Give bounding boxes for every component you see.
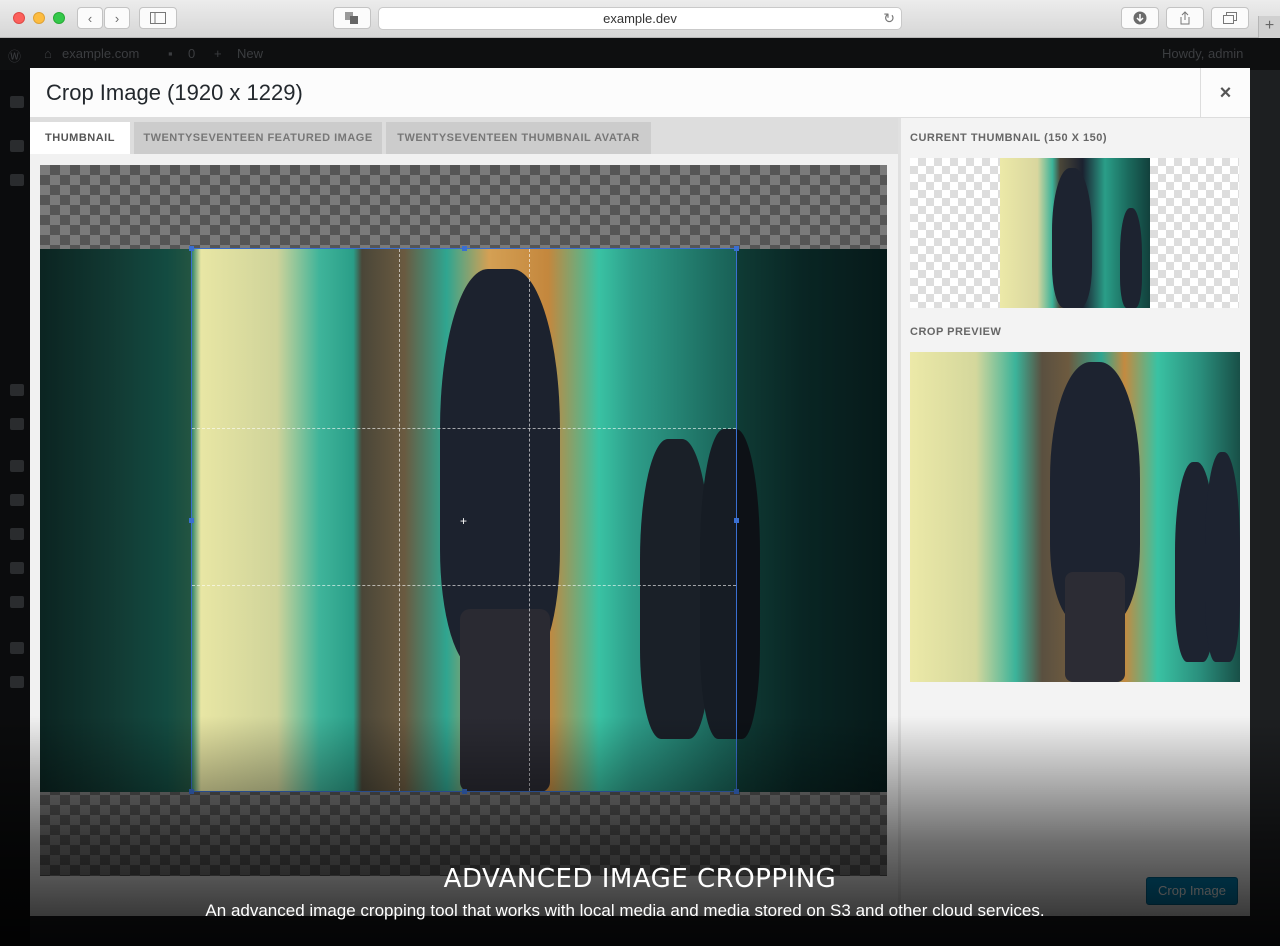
comment-icon: ▪ — [168, 46, 173, 61]
sidebar-toggle-button[interactable] — [139, 7, 177, 29]
share-icon — [1180, 11, 1190, 25]
reload-icon[interactable]: ↻ — [883, 8, 895, 29]
admin-sidebar — [0, 70, 30, 946]
model-legs — [1065, 572, 1125, 682]
extension-icon — [345, 12, 358, 24]
model-figure — [1052, 168, 1092, 308]
sidebar-icon — [150, 12, 166, 24]
admin-bar-new[interactable]: New — [237, 46, 263, 61]
size-tabs: THUMBNAIL TWENTYSEVENTEEN FEATURED IMAGE… — [30, 118, 898, 154]
chevron-left-icon: ‹ — [87, 10, 93, 26]
crop-handle-nw[interactable] — [189, 246, 194, 251]
admin-bar-greeting[interactable]: Howdy, admin — [1162, 46, 1243, 61]
users-icon — [10, 528, 24, 540]
crop-mask-right — [737, 249, 887, 792]
crop-preview-label: CROP PREVIEW — [910, 326, 1002, 338]
plus-icon: + — [1264, 17, 1275, 34]
comments-icon — [10, 418, 24, 430]
current-thumbnail — [910, 158, 1239, 308]
crop-handle-w[interactable] — [189, 518, 194, 523]
download-icon — [1133, 11, 1147, 25]
crop-guide — [192, 585, 736, 587]
preview-pane: CURRENT THUMBNAIL (150 X 150) CROP PREVI… — [898, 118, 1250, 916]
background-figure — [1205, 452, 1240, 662]
media-icon — [10, 174, 24, 186]
settings-icon — [10, 596, 24, 608]
crop-image-modal: Crop Image (1920 x 1229) × THUMBNAIL TWE… — [30, 68, 1250, 916]
crop-handle-e[interactable] — [734, 518, 739, 523]
dashboard-icon — [10, 96, 24, 108]
modal-title: Crop Image (1920 x 1229) — [46, 80, 303, 105]
appearance-icon — [10, 460, 24, 472]
crop-editor-pane: THUMBNAIL TWENTYSEVENTEEN FEATURED IMAGE… — [30, 118, 898, 916]
extension-button[interactable] — [333, 7, 371, 29]
close-window-button[interactable] — [13, 12, 25, 24]
close-icon: × — [1219, 82, 1232, 104]
cloud-icon — [10, 642, 24, 654]
downloads-button[interactable] — [1121, 7, 1159, 29]
crop-handle-sw[interactable] — [189, 789, 194, 794]
home-icon: ⌂ — [44, 46, 52, 61]
crop-preview-image — [910, 352, 1240, 682]
collapse-icon — [10, 676, 24, 688]
share-button[interactable] — [1166, 7, 1204, 29]
crop-guide — [398, 249, 400, 791]
new-tab-button[interactable]: + — [1258, 16, 1280, 38]
caption-title: ADVANCED IMAGE CROPPING — [443, 864, 837, 894]
address-bar[interactable]: example.dev ↻ — [378, 7, 902, 30]
admin-bar: Ⓦ ⌂ example.com ▪ 0 + New Howdy, admin — [0, 38, 1280, 70]
tools-icon — [10, 562, 24, 574]
modal-header: Crop Image (1920 x 1229) × — [30, 68, 1250, 118]
close-button[interactable]: × — [1200, 68, 1250, 118]
posts-icon — [10, 140, 24, 152]
plugins-icon — [10, 494, 24, 506]
admin-bar-comments[interactable]: 0 — [188, 46, 195, 61]
crop-guide — [529, 249, 531, 791]
caption-subtitle: An advanced image cropping tool that wor… — [205, 901, 1045, 920]
tab-featured-image[interactable]: TWENTYSEVENTEEN FEATURED IMAGE — [134, 122, 382, 154]
background-figure — [1120, 208, 1142, 308]
back-button[interactable]: ‹ — [77, 7, 103, 29]
zoom-window-button[interactable] — [53, 12, 65, 24]
crop-mask-left — [40, 249, 192, 792]
forward-button[interactable]: › — [104, 7, 130, 29]
crop-handle-ne[interactable] — [734, 246, 739, 251]
tabs-overview-button[interactable] — [1211, 7, 1249, 29]
url-text: example.dev — [603, 11, 677, 26]
tab-thumbnail[interactable]: THUMBNAIL — [30, 122, 130, 154]
tabs-icon — [1223, 12, 1237, 24]
crop-handle-n[interactable] — [462, 246, 467, 251]
admin-bar-site[interactable]: example.com — [62, 46, 139, 61]
crop-selection[interactable]: + — [189, 246, 739, 794]
current-thumbnail-label: CURRENT THUMBNAIL (150 X 150) — [910, 132, 1108, 144]
crop-handle-se[interactable] — [734, 789, 739, 794]
browser-toolbar: ‹ › example.dev ↻ + — [0, 0, 1280, 38]
minimize-window-button[interactable] — [33, 12, 45, 24]
thumbnail-image — [1000, 158, 1150, 308]
pages-icon — [10, 384, 24, 396]
tab-thumbnail-avatar[interactable]: TWENTYSEVENTEEN THUMBNAIL AVATAR — [386, 122, 651, 154]
crop-guide — [192, 427, 736, 429]
wordpress-logo-icon: Ⓦ — [8, 49, 22, 64]
plus-icon: + — [214, 46, 222, 61]
crop-handle-s[interactable] — [462, 789, 467, 794]
chevron-right-icon: › — [114, 10, 120, 26]
crop-canvas: + — [40, 165, 887, 876]
crosshair-icon: + — [460, 514, 468, 528]
